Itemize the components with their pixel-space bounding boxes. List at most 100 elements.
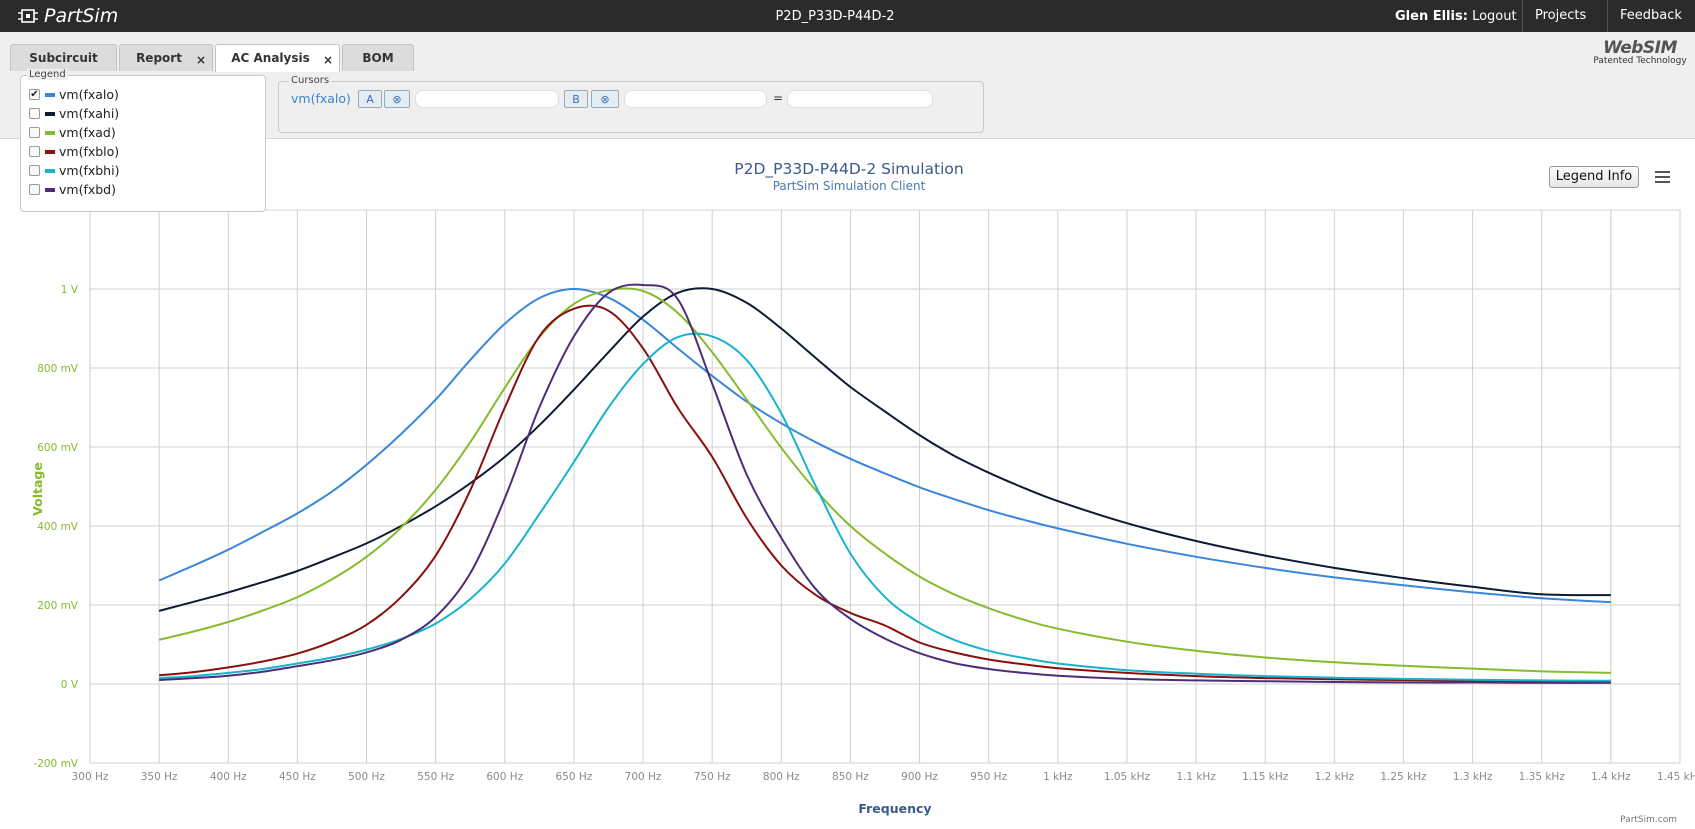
x-tick-label: 1.45 kHz bbox=[1657, 771, 1695, 783]
cursor-b-button[interactable]: B bbox=[564, 90, 588, 108]
x-axis-label: Frequency bbox=[858, 801, 931, 816]
tab-ac-analysis[interactable]: AC Analysis × bbox=[215, 44, 340, 73]
cursor-a-button[interactable]: A bbox=[358, 90, 382, 108]
cursor-b-clear-icon[interactable]: ⊗ bbox=[591, 90, 619, 108]
x-tick-label: 650 Hz bbox=[556, 771, 593, 783]
x-tick-label: 300 Hz bbox=[72, 771, 109, 783]
x-tick-label: 900 Hz bbox=[901, 771, 938, 783]
legend-checkbox[interactable] bbox=[29, 184, 40, 195]
legend-item[interactable]: vm(fxblo) bbox=[29, 143, 119, 160]
legend-swatch bbox=[45, 92, 55, 97]
legend-panel: Legend ✔ vm(fxalo) vm(fxahi) vm(fxad) vm(fxb… bbox=[20, 69, 266, 212]
x-tick-label: 1.3 kHz bbox=[1453, 771, 1493, 783]
series-line-3 bbox=[159, 304, 1611, 683]
tab-bom[interactable]: BOM bbox=[342, 44, 414, 71]
x-tick-label: 1.05 kHz bbox=[1104, 771, 1151, 783]
legend-title: Legend bbox=[27, 69, 68, 80]
chart-title: P2D_P33D-P44D-2 Simulation bbox=[734, 160, 963, 179]
x-tick-label: 850 Hz bbox=[832, 771, 869, 783]
user-name: Glen Ellis: bbox=[1395, 9, 1468, 24]
brand-name: WebSIM bbox=[1603, 38, 1677, 58]
legend-item[interactable]: vm(fxbhi) bbox=[29, 162, 119, 179]
y-axis-label: Voltage bbox=[30, 462, 45, 516]
x-tick-label: 1.2 kHz bbox=[1315, 771, 1355, 783]
legend-swatch bbox=[45, 149, 55, 154]
legend-item[interactable]: vm(fxad) bbox=[29, 124, 116, 141]
footer-credit: PartSim.com bbox=[1620, 815, 1677, 825]
legend-item[interactable]: vm(fxbd) bbox=[29, 181, 116, 198]
series-lines bbox=[158, 283, 1611, 684]
tab-subcircuit[interactable]: Subcircuit bbox=[10, 44, 117, 71]
cursor-a-field[interactable] bbox=[415, 90, 559, 108]
tab-label: Report bbox=[136, 51, 182, 65]
legend-checkbox[interactable]: ✔ bbox=[29, 89, 40, 100]
legend-swatch bbox=[45, 168, 55, 173]
tab-label: BOM bbox=[362, 51, 394, 65]
cursors-title: Cursors bbox=[289, 75, 332, 86]
series-line-1 bbox=[158, 287, 1611, 612]
x-tick-label: 500 Hz bbox=[348, 771, 385, 783]
feedback-link[interactable]: Feedback bbox=[1607, 0, 1694, 32]
y-tick-label: 200 mV bbox=[37, 600, 79, 612]
legend-swatch bbox=[45, 111, 55, 116]
brand-tagline: Patented Technology bbox=[1593, 56, 1687, 66]
series-line-2 bbox=[158, 287, 1611, 674]
x-tick-label: 600 Hz bbox=[486, 771, 523, 783]
x-tick-label: 700 Hz bbox=[625, 771, 662, 783]
cursor-series-label: vm(fxalo) bbox=[291, 91, 351, 106]
cursor-equals: = bbox=[773, 91, 784, 105]
tab-bar: Subcircuit Report × AC Analysis × BOM bbox=[0, 32, 1695, 73]
y-axis-ticks: -200 mV 0 V 200 mV 400 mV 600 mV 800 mV 1 V bbox=[33, 284, 78, 770]
legend-info-button[interactable]: Legend Info bbox=[1549, 166, 1639, 188]
legend-checkbox[interactable] bbox=[29, 146, 40, 157]
y-tick-label: 0 V bbox=[61, 679, 79, 691]
cursor-a-clear-icon[interactable]: ⊗ bbox=[384, 90, 410, 108]
tab-report[interactable]: Report × bbox=[119, 44, 213, 71]
x-tick-label: 1 kHz bbox=[1043, 771, 1073, 783]
close-icon[interactable]: × bbox=[323, 47, 333, 74]
logout-link[interactable]: Logout bbox=[1472, 9, 1517, 24]
series-line-0 bbox=[158, 287, 1611, 604]
x-tick-label: 550 Hz bbox=[417, 771, 454, 783]
cursor-delta-field[interactable] bbox=[787, 90, 933, 108]
chart-menu-icon[interactable] bbox=[1651, 166, 1675, 188]
y-tick-label: 600 mV bbox=[37, 442, 79, 454]
cursors-panel: Cursors vm(fxalo) A ⊗ B ⊗ = bbox=[278, 75, 984, 133]
legend-label: vm(fxbhi) bbox=[59, 163, 120, 178]
legend-label: vm(fxbd) bbox=[59, 182, 116, 197]
legend-label: vm(fxblo) bbox=[59, 144, 120, 159]
websim-logo: WebSIM Patented Technology bbox=[1590, 38, 1690, 66]
legend-checkbox[interactable] bbox=[29, 165, 40, 176]
legend-item[interactable]: vm(fxahi) bbox=[29, 105, 119, 122]
x-tick-label: 350 Hz bbox=[141, 771, 178, 783]
legend-label: vm(fxalo) bbox=[59, 87, 119, 102]
legend-checkbox[interactable] bbox=[29, 108, 40, 119]
x-tick-label: 400 Hz bbox=[210, 771, 247, 783]
x-tick-label: 1.15 kHz bbox=[1242, 771, 1289, 783]
tab-label: Subcircuit bbox=[29, 51, 98, 65]
tab-label: AC Analysis bbox=[231, 51, 310, 65]
x-tick-label: 950 Hz bbox=[970, 771, 1007, 783]
y-tick-label: 800 mV bbox=[37, 363, 79, 375]
series-line-5 bbox=[159, 283, 1611, 684]
chart-subtitle: PartSim Simulation Client bbox=[773, 179, 926, 193]
legend-swatch bbox=[45, 187, 55, 192]
x-tick-label: 450 Hz bbox=[279, 771, 316, 783]
x-axis-ticks: 300 Hz 350 Hz 400 Hz 450 Hz 500 Hz 550 Hz 600 … bbox=[72, 771, 1695, 783]
close-icon[interactable]: × bbox=[196, 47, 206, 74]
legend-swatch bbox=[45, 130, 55, 135]
chart: 300 Hz 350 Hz 400 Hz 450 Hz 500 Hz 550 Hz 600 … bbox=[30, 160, 1695, 816]
x-tick-label: 750 Hz bbox=[694, 771, 731, 783]
projects-link[interactable]: Projects bbox=[1522, 0, 1598, 32]
x-tick-label: 1.25 kHz bbox=[1380, 771, 1427, 783]
legend-checkbox[interactable] bbox=[29, 127, 40, 138]
y-tick-label: 400 mV bbox=[37, 521, 79, 533]
user-area: Glen Ellis: Logout bbox=[1395, 9, 1517, 24]
series-line-4 bbox=[159, 332, 1611, 682]
legend-item[interactable]: ✔ vm(fxalo) bbox=[29, 86, 119, 103]
y-tick-label: 1 V bbox=[61, 284, 79, 296]
x-tick-label: 1.35 kHz bbox=[1519, 771, 1566, 783]
y-tick-label: -200 mV bbox=[33, 758, 78, 770]
cursor-b-field[interactable] bbox=[624, 90, 767, 108]
x-tick-label: 1.4 kHz bbox=[1591, 771, 1631, 783]
